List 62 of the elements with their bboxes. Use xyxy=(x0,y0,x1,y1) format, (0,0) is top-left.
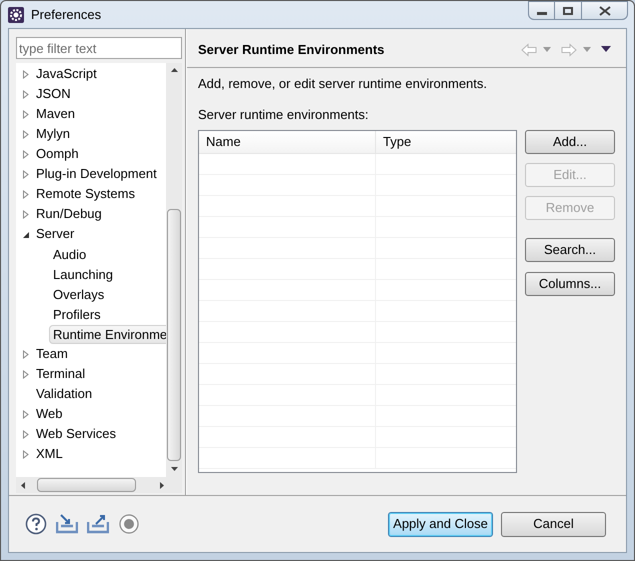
tree-item[interactable]: Web Services xyxy=(36,424,116,444)
forward-arrow-icon[interactable] xyxy=(561,42,577,56)
tree-item[interactable]: JavaScript xyxy=(36,64,97,84)
collapsed-arrow-icon[interactable] xyxy=(22,170,30,178)
close-button[interactable] xyxy=(582,1,628,20)
maximize-button[interactable] xyxy=(555,1,582,20)
minimize-button[interactable] xyxy=(528,1,555,20)
back-arrow-icon[interactable] xyxy=(521,42,537,56)
tree-item[interactable]: Launching xyxy=(49,264,117,284)
collapsed-arrow-icon[interactable] xyxy=(22,430,30,438)
filter-field[interactable]: type filter text xyxy=(16,37,182,59)
side-button[interactable]: Search... xyxy=(525,238,615,262)
tree-item[interactable]: Server xyxy=(36,224,74,244)
tree-item[interactable]: Terminal xyxy=(36,364,86,384)
scrollbar-thumb[interactable] xyxy=(167,209,181,461)
side-button[interactable]: Columns... xyxy=(525,272,615,296)
collapsed-arrow-icon[interactable] xyxy=(22,110,30,118)
collapsed-arrow-icon[interactable] xyxy=(22,450,30,458)
tree-item[interactable]: Audio xyxy=(49,244,90,264)
tree-item[interactable]: Run/Debug xyxy=(36,204,102,224)
dialog-button[interactable]: Cancel xyxy=(501,512,606,536)
scroll-right-icon[interactable] xyxy=(158,480,166,490)
collapsed-arrow-icon[interactable] xyxy=(22,210,30,218)
tree-item[interactable]: Validation xyxy=(36,384,92,404)
page-title: Server Runtime Environments xyxy=(198,40,384,59)
collapsed-arrow-icon[interactable] xyxy=(22,70,30,78)
export-icon[interactable] xyxy=(87,514,109,534)
tree-item[interactable]: XML xyxy=(36,444,63,464)
scroll-left-icon[interactable] xyxy=(19,480,27,490)
tree-item[interactable]: Plug-in Development xyxy=(36,164,157,184)
close-icon xyxy=(598,6,610,16)
dropdown-icon[interactable] xyxy=(543,46,551,52)
tree-item[interactable]: Oomph xyxy=(36,144,79,164)
collapsed-arrow-icon[interactable] xyxy=(22,130,30,138)
collapsed-arrow-icon[interactable] xyxy=(22,150,30,158)
column-header[interactable]: Name xyxy=(199,131,376,153)
menu-icon[interactable] xyxy=(601,46,611,53)
collapsed-arrow-icon[interactable] xyxy=(22,90,30,98)
side-button[interactable]: Add... xyxy=(525,130,615,154)
tree-item[interactable]: Remote Systems xyxy=(36,184,135,204)
collapsed-arrow-icon[interactable] xyxy=(22,190,30,198)
tree-item[interactable]: Overlays xyxy=(49,284,108,304)
tree-item[interactable]: Mylyn xyxy=(36,124,70,144)
scrollbar-thumb[interactable] xyxy=(37,478,136,492)
tree-item[interactable]: Team xyxy=(36,344,68,364)
page-description: Add, remove, or edit server runtime environments. xyxy=(198,75,488,93)
dialog-button[interactable]: Apply and Close xyxy=(388,512,493,536)
record-icon[interactable] xyxy=(119,514,139,534)
tree-item[interactable]: Profilers xyxy=(49,304,105,324)
window-title: Preferences xyxy=(31,6,102,24)
table-label: Server runtime environments: xyxy=(198,106,370,124)
expanded-arrow-icon[interactable] xyxy=(22,230,30,238)
tree-item[interactable]: JSON xyxy=(36,84,71,104)
help-icon[interactable] xyxy=(25,513,47,535)
tree-item[interactable]: Maven xyxy=(36,104,76,124)
collapsed-arrow-icon[interactable] xyxy=(22,410,30,418)
tree-item[interactable]: Web xyxy=(36,404,62,424)
dropdown-icon[interactable] xyxy=(583,46,591,52)
import-icon[interactable] xyxy=(56,514,78,534)
collapsed-arrow-icon[interactable] xyxy=(22,370,30,378)
app-icon xyxy=(7,6,25,24)
collapsed-arrow-icon[interactable] xyxy=(22,350,30,358)
